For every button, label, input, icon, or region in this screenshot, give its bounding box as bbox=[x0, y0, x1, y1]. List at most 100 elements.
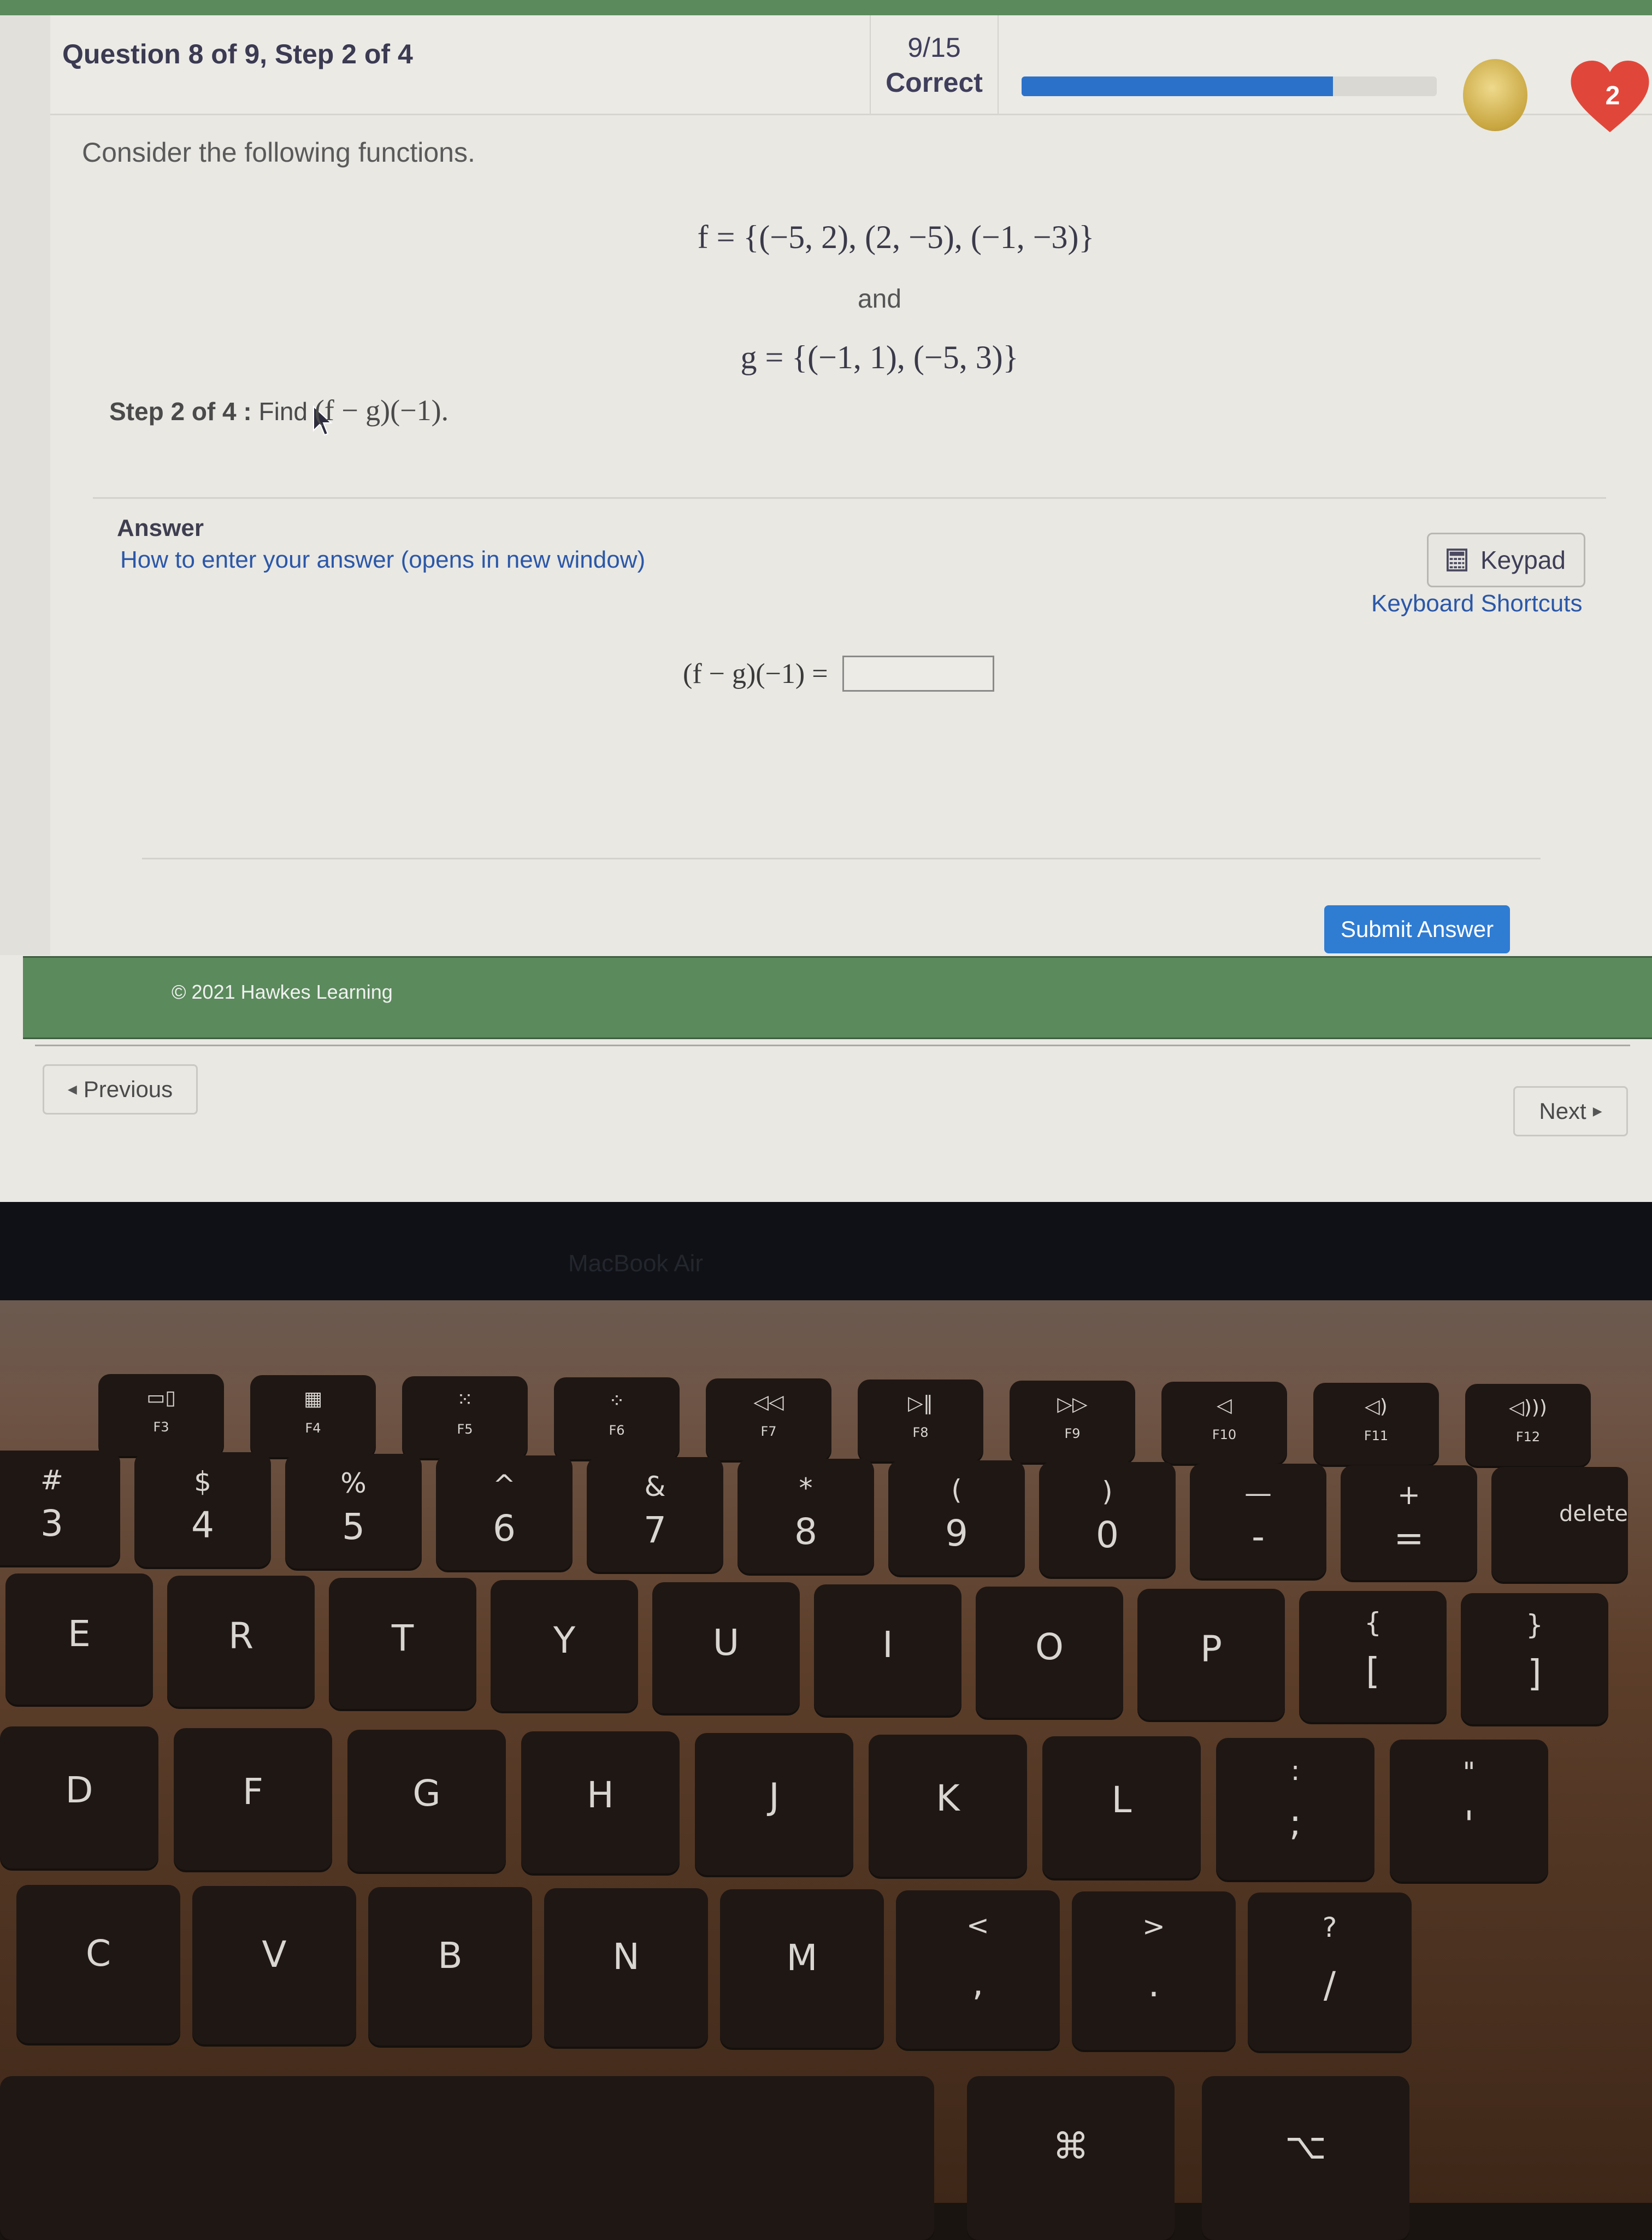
key-m-key[interactable]: M bbox=[720, 1889, 884, 2048]
laptop-keyboard: ▭▯ F3 ▦ F4 ⁙ F5 ⁘ F6 ◁◁ F7 ▷‖ F8 ▷▷ F9 ◁ F10 ◁) F11 ◁))) F1… bbox=[0, 1300, 1652, 2240]
key-f4-key[interactable]: ▦ F4 bbox=[250, 1375, 376, 1457]
key-p-key[interactable]: P bbox=[1137, 1589, 1285, 1720]
answer-input[interactable] bbox=[842, 656, 994, 692]
key-c-key[interactable]: C bbox=[16, 1885, 180, 2043]
question-header: Question 8 of 9, Step 2 of 4 9/15 Correc… bbox=[50, 15, 1652, 133]
key-legend: 4 bbox=[191, 1504, 214, 1546]
key-f6-key[interactable]: ⁘ F6 bbox=[554, 1377, 680, 1459]
key-k-key[interactable]: K bbox=[869, 1735, 1027, 1877]
fn-key-icon: ◁◁ bbox=[753, 1390, 784, 1413]
divider bbox=[93, 497, 1606, 499]
key--key[interactable]: " ' bbox=[1390, 1740, 1548, 1882]
key-h-key[interactable]: H bbox=[521, 1731, 680, 1873]
key-d-key[interactable]: D bbox=[0, 1726, 158, 1868]
key-n-key[interactable]: N bbox=[544, 1888, 708, 2047]
key-7-key[interactable]: & 7 bbox=[587, 1457, 723, 1572]
key--key[interactable]: ⌥ bbox=[1202, 2076, 1409, 2240]
key-f3-key[interactable]: ▭▯ F3 bbox=[98, 1374, 224, 1456]
key-shift-legend: + bbox=[1397, 1479, 1420, 1511]
key-v-key[interactable]: V bbox=[192, 1886, 356, 2044]
key-delete-key[interactable]: delete bbox=[1491, 1467, 1628, 1582]
key-e-key[interactable]: E bbox=[5, 1573, 153, 1705]
key-shift-legend: ) bbox=[1102, 1476, 1113, 1508]
key-shift-legend: < bbox=[966, 1909, 989, 1941]
key--key[interactable]: ? / bbox=[1248, 1893, 1412, 2051]
key--key[interactable]: ⌘ bbox=[967, 2076, 1175, 2240]
key-legend: J bbox=[769, 1776, 780, 1818]
key-legend: O bbox=[1035, 1626, 1064, 1668]
key-f12-key[interactable]: ◁))) F12 bbox=[1465, 1384, 1591, 1466]
key-f8-key[interactable]: ▷‖ F8 bbox=[858, 1380, 983, 1461]
divider bbox=[35, 1045, 1630, 1046]
top-banner bbox=[0, 0, 1652, 15]
key-5-key[interactable]: % 5 bbox=[285, 1454, 422, 1569]
next-button[interactable]: Next ▶ bbox=[1513, 1086, 1628, 1136]
score-fraction: 9/15 bbox=[907, 32, 961, 63]
key--key[interactable]: }] bbox=[1461, 1593, 1608, 1724]
key-j-key[interactable]: J bbox=[695, 1733, 853, 1875]
key-f-key[interactable]: F bbox=[174, 1728, 332, 1870]
copyright-text: © 2021 Hawkes Learning bbox=[172, 981, 393, 1003]
key-legend: M bbox=[786, 1937, 818, 1979]
previous-button[interactable]: ◀ Previous bbox=[43, 1064, 198, 1115]
key-f7-key[interactable]: ◁◁ F7 bbox=[706, 1378, 831, 1460]
fn-key-label: F6 bbox=[609, 1422, 625, 1438]
previous-label: Previous bbox=[83, 1076, 173, 1102]
key-4-key[interactable]: $4 bbox=[134, 1452, 271, 1567]
key-legend: 8 bbox=[794, 1510, 817, 1553]
step-number: Step 2 of 4 : bbox=[109, 397, 252, 426]
key-g-key[interactable]: G bbox=[347, 1730, 506, 1872]
key-f10-key[interactable]: ◁ F10 bbox=[1161, 1382, 1287, 1464]
key-t-key[interactable]: T bbox=[329, 1578, 476, 1709]
key-f11-key[interactable]: ◁) F11 bbox=[1313, 1383, 1439, 1465]
key--key[interactable]: :; bbox=[1216, 1738, 1374, 1880]
key-u-key[interactable]: U bbox=[652, 1582, 800, 1713]
connector-text: and bbox=[857, 285, 902, 314]
key-6-key[interactable]: ^ 6 bbox=[436, 1455, 573, 1570]
fn-key-icon: ▷‖ bbox=[908, 1392, 933, 1414]
key-0-key[interactable]: ) 0 bbox=[1039, 1462, 1176, 1577]
key--key[interactable]: + = bbox=[1341, 1465, 1477, 1580]
keyboard-shortcuts-link[interactable]: Keyboard Shortcuts bbox=[1371, 590, 1582, 617]
key-legend: R bbox=[228, 1615, 253, 1657]
key-legend: I bbox=[882, 1624, 893, 1666]
fn-key-icon: ▦ bbox=[303, 1387, 322, 1410]
key--key[interactable]: {[ bbox=[1299, 1591, 1447, 1722]
problem-area: Consider the following functions. f = {(… bbox=[82, 120, 1612, 503]
key-legend: D bbox=[65, 1769, 93, 1811]
key--key[interactable]: — - bbox=[1190, 1464, 1326, 1578]
fn-key-label: F8 bbox=[912, 1424, 929, 1440]
how-to-enter-answer-link[interactable]: How to enter your answer (opens in new w… bbox=[120, 546, 645, 574]
brand-label: MacBook Air bbox=[568, 1250, 703, 1277]
caret-right-icon: ▶ bbox=[1592, 1104, 1602, 1118]
key-o-key[interactable]: O bbox=[976, 1587, 1123, 1718]
key--key[interactable]: >. bbox=[1072, 1891, 1236, 2050]
key-legend: - bbox=[1252, 1515, 1265, 1558]
key-i-key[interactable]: I bbox=[814, 1584, 961, 1716]
key-shift-legend: $ bbox=[194, 1466, 211, 1498]
submit-answer-button[interactable]: Submit Answer bbox=[1324, 905, 1510, 953]
key-y-key[interactable]: Y bbox=[491, 1580, 638, 1711]
answer-section: Answer How to enter your answer (opens i… bbox=[109, 503, 1606, 885]
key-legend: 6 bbox=[493, 1507, 516, 1549]
step-verb: Find bbox=[258, 397, 315, 426]
key-shift-legend: } bbox=[1526, 1608, 1543, 1641]
key-b-key[interactable]: B bbox=[368, 1887, 532, 2046]
key-legend: 3 bbox=[40, 1502, 63, 1545]
key-3-key[interactable]: #3 bbox=[0, 1451, 120, 1565]
key-f5-key[interactable]: ⁙ F5 bbox=[402, 1376, 528, 1458]
key-legend: U bbox=[712, 1622, 740, 1664]
spacebar-key[interactable] bbox=[0, 2076, 934, 2240]
key-legend: F bbox=[243, 1771, 263, 1813]
key-l-key[interactable]: L bbox=[1042, 1736, 1201, 1878]
key-legend: 0 bbox=[1096, 1513, 1119, 1556]
key-shift-legend: ^ bbox=[493, 1469, 516, 1501]
key--key[interactable]: <, bbox=[896, 1890, 1060, 2049]
key-r-key[interactable]: R bbox=[167, 1576, 315, 1707]
key-8-key[interactable]: * 8 bbox=[738, 1459, 874, 1573]
keypad-button[interactable]: Keypad bbox=[1427, 533, 1585, 587]
key-f9-key[interactable]: ▷▷ F9 bbox=[1010, 1381, 1135, 1463]
key-9-key[interactable]: (9 bbox=[888, 1460, 1025, 1575]
problem-intro: Consider the following functions. bbox=[82, 137, 475, 168]
key-legend: Y bbox=[553, 1619, 576, 1661]
